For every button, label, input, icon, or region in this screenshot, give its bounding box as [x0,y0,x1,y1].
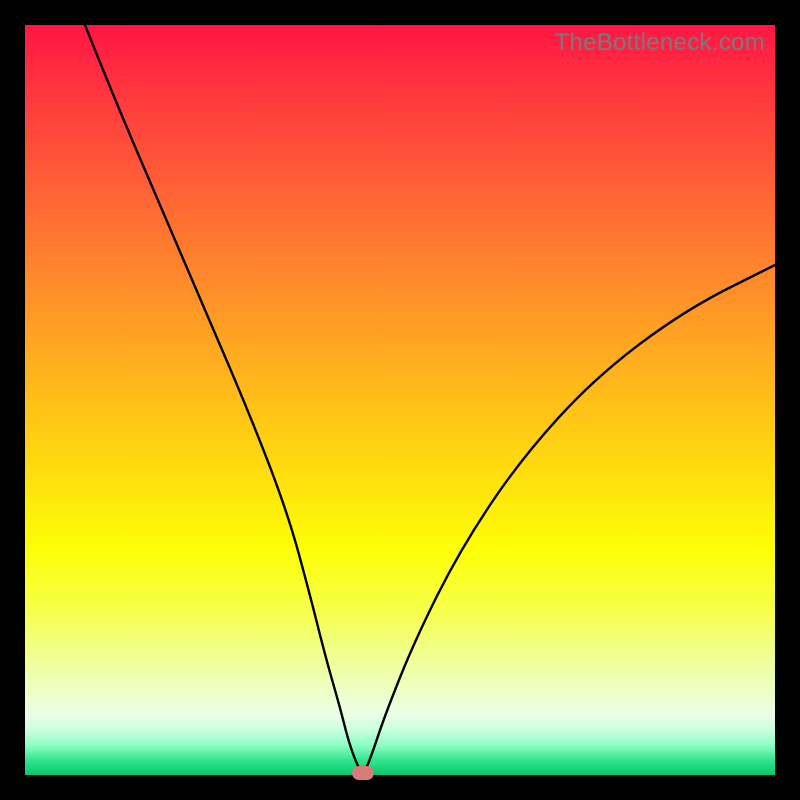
optimum-marker [352,766,374,780]
chart-frame: TheBottleneck.com [0,0,800,800]
bottleneck-curve [25,25,775,775]
plot-area: TheBottleneck.com [25,25,775,775]
curve-path [85,25,775,771]
